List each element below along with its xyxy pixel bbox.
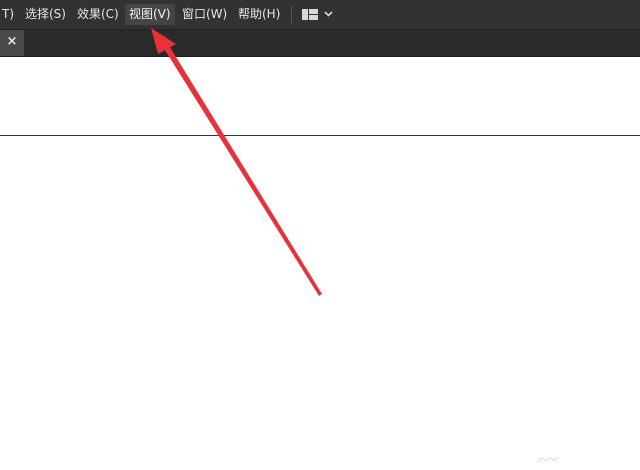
- menu-item-type[interactable]: T): [0, 0, 18, 29]
- menu-item-help[interactable]: 帮助(H): [234, 0, 284, 29]
- chevron-down-icon: [324, 11, 333, 17]
- horizontal-guide-line: [0, 135, 640, 136]
- artboard-canvas[interactable]: [0, 57, 640, 470]
- menu-item-view[interactable]: 视图(V): [125, 4, 175, 25]
- workspace-layout-icon: [302, 9, 333, 20]
- menu-item-effect[interactable]: 效果(C): [73, 0, 123, 29]
- menu-bar: T) 选择(S) 效果(C) 视图(V) 窗口(W) 帮助(H): [0, 0, 640, 29]
- menu-item-window[interactable]: 窗口(W): [178, 0, 231, 29]
- watermark-icon: [537, 457, 560, 463]
- document-tab[interactable]: ×: [0, 30, 24, 57]
- workspace-switcher[interactable]: [300, 6, 340, 23]
- menu-item-select[interactable]: 选择(S): [21, 0, 70, 29]
- close-icon[interactable]: ×: [6, 35, 18, 49]
- document-tab-bar: ×: [0, 29, 640, 57]
- menu-separator: [291, 6, 292, 23]
